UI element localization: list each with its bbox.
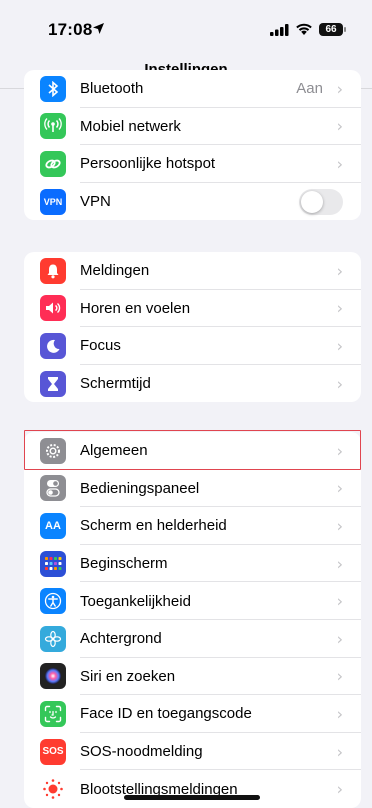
grid-icon bbox=[40, 550, 66, 577]
settings-group-notifications: Meldingen › Horen en voelen › Focus › Sc… bbox=[24, 252, 361, 403]
chevron-right-icon: › bbox=[336, 591, 343, 611]
settings-row-meldingen[interactable]: Meldingen › bbox=[24, 252, 361, 290]
settings-row-label: Horen en voelen bbox=[80, 299, 191, 317]
bluetooth-icon bbox=[40, 75, 66, 102]
settings-row-label: Siri en zoeken bbox=[80, 667, 176, 685]
chevron-right-icon: › bbox=[336, 742, 343, 762]
settings-row-label: Achtergrond bbox=[80, 630, 162, 648]
settings-row-label: Persoonlijke hotspot bbox=[80, 155, 216, 173]
toggle-knob bbox=[301, 190, 323, 213]
settings-row-focus[interactable]: Focus › bbox=[24, 327, 361, 365]
status-bar: 17:08 66 bbox=[0, 0, 372, 58]
hourglass-icon bbox=[40, 370, 66, 397]
chevron-right-icon: › bbox=[336, 374, 343, 394]
chevron-right-icon: › bbox=[336, 704, 343, 724]
speaker-icon bbox=[40, 295, 66, 322]
settings-row-value: Aan bbox=[296, 80, 323, 98]
toggles-icon bbox=[40, 475, 66, 502]
settings-row-beginscherm[interactable]: Beginscherm › bbox=[24, 545, 361, 583]
exposure-icon bbox=[40, 776, 66, 803]
hotspot-icon bbox=[40, 150, 66, 177]
settings-row-achtergrond[interactable]: Achtergrond › bbox=[24, 620, 361, 658]
settings-row-label: Bedieningspaneel bbox=[80, 479, 200, 497]
settings-row-vpn[interactable]: VPN VPN bbox=[24, 183, 361, 221]
chevron-right-icon: › bbox=[336, 666, 343, 686]
settings-group-connectivity: Bluetooth Aan › Mobiel netwerk › Persoon… bbox=[24, 70, 361, 221]
settings-row-label: Beginscherm bbox=[80, 555, 168, 573]
face-id-icon bbox=[40, 700, 66, 727]
antenna-icon bbox=[40, 113, 66, 140]
text-size-icon: AA bbox=[40, 512, 66, 539]
vpn-icon: VPN bbox=[40, 188, 66, 215]
moon-icon bbox=[40, 332, 66, 359]
settings-row-label: Meldingen bbox=[80, 262, 150, 280]
settings-row-horen-en-voelen[interactable]: Horen en voelen › bbox=[24, 290, 361, 328]
bell-icon bbox=[40, 257, 66, 284]
settings-row-bedieningspaneel[interactable]: Bedieningspaneel › bbox=[24, 470, 361, 508]
settings-row-label: SOS-noodmelding bbox=[80, 743, 203, 761]
chevron-right-icon: › bbox=[336, 261, 343, 281]
chevron-right-icon: › bbox=[336, 116, 343, 136]
algemeen-highlight-box bbox=[24, 430, 361, 470]
chevron-right-icon: › bbox=[336, 629, 343, 649]
location-arrow-icon bbox=[93, 23, 104, 34]
settings-row-label: Scherm en helderheid bbox=[80, 517, 227, 535]
chevron-right-icon: › bbox=[336, 154, 343, 174]
battery-cap bbox=[344, 27, 346, 32]
status-time: 17:08 bbox=[48, 20, 93, 39]
chevron-right-icon: › bbox=[336, 298, 343, 318]
settings-row-scherm-en-helderheid[interactable]: AA Scherm en helderheid › bbox=[24, 507, 361, 545]
chevron-right-icon: › bbox=[336, 516, 343, 536]
settings-row-label: Bluetooth bbox=[80, 80, 144, 98]
chevron-right-icon: › bbox=[336, 336, 343, 356]
settings-row-blootstellingsmeldingen[interactable]: Blootstellingsmeldingen › bbox=[24, 770, 361, 808]
cellular-signal-icon bbox=[270, 24, 289, 36]
settings-row-label: VPN bbox=[80, 193, 111, 211]
settings-row-mobiel-netwerk[interactable]: Mobiel netwerk › bbox=[24, 108, 361, 146]
settings-row-label: Schermtijd bbox=[80, 375, 151, 393]
flower-icon bbox=[40, 625, 66, 652]
chevron-right-icon: › bbox=[336, 554, 343, 574]
settings-row-siri-en-zoeken[interactable]: Siri en zoeken › bbox=[24, 658, 361, 696]
battery-icon: 66 bbox=[319, 23, 343, 36]
home-indicator[interactable] bbox=[124, 795, 260, 800]
chevron-right-icon: › bbox=[336, 79, 343, 99]
chevron-right-icon: › bbox=[336, 478, 343, 498]
settings-row-toegankelijkheid[interactable]: Toegankelijkheid › bbox=[24, 582, 361, 620]
siri-icon bbox=[40, 663, 66, 690]
settings-row-sos-noodmelding[interactable]: SOS SOS-noodmelding › bbox=[24, 733, 361, 771]
settings-row-face-id-en-toegangscode[interactable]: Face ID en toegangscode › bbox=[24, 695, 361, 733]
accessibility-icon bbox=[40, 588, 66, 615]
sos-icon: SOS bbox=[40, 738, 66, 765]
wifi-icon bbox=[296, 23, 312, 35]
settings-row-persoonlijke-hotspot[interactable]: Persoonlijke hotspot › bbox=[24, 145, 361, 183]
chevron-right-icon: › bbox=[336, 779, 343, 799]
vpn-toggle[interactable] bbox=[299, 188, 343, 215]
settings-row-bluetooth[interactable]: Bluetooth Aan › bbox=[24, 70, 361, 108]
settings-row-label: Mobiel netwerk bbox=[80, 117, 181, 135]
settings-row-label: Focus bbox=[80, 337, 121, 355]
settings-row-label: Face ID en toegangscode bbox=[80, 705, 252, 723]
settings-row-label: Toegankelijkheid bbox=[80, 592, 191, 610]
settings-row-schermtijd[interactable]: Schermtijd › bbox=[24, 365, 361, 403]
settings-group-general: Algemeen › Bedieningspaneel › AA Scherm … bbox=[24, 432, 361, 808]
